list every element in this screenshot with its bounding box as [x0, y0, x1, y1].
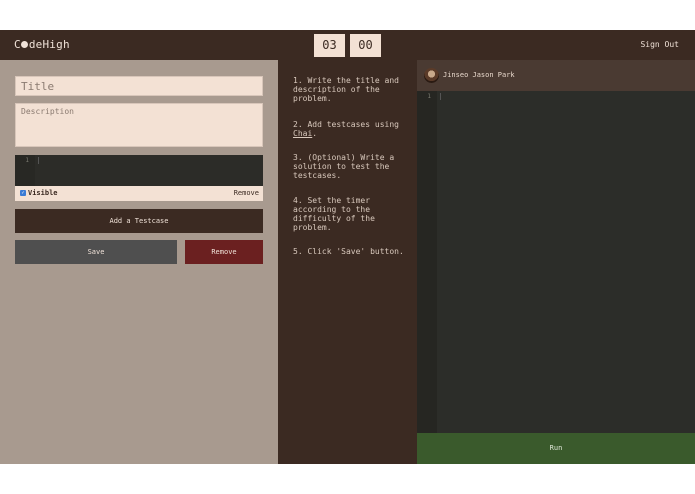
- user-name: Jinseo Jason Park: [443, 71, 515, 79]
- add-testcase-button[interactable]: Add a Testcase: [15, 209, 263, 233]
- brand-suffix: deHigh: [28, 38, 70, 51]
- chai-link[interactable]: Chai: [293, 129, 312, 138]
- testcase-options-bar: ✓ Visible Remove: [15, 186, 263, 201]
- logo-dot-icon: [20, 41, 28, 48]
- solution-line-gutter: 1: [417, 91, 437, 464]
- avatar: [424, 68, 439, 83]
- top-bar: CdeHigh 03 00 Sign Out: [0, 30, 695, 60]
- visible-checkbox[interactable]: ✓: [20, 190, 26, 196]
- app: CdeHigh 03 00 Sign Out 1 ✓ Visible Remov…: [0, 30, 695, 464]
- solution-panel: Jinseo Jason Park 1 Run: [417, 60, 695, 464]
- instruction-step-1: 1. Write the title and description of th…: [293, 76, 399, 103]
- title-input[interactable]: [15, 76, 263, 96]
- instruction-step-4: 4. Set the timer according to the diffic…: [293, 196, 375, 232]
- problem-editor-panel: 1 ✓ Visible Remove Add a Testcase Save R…: [0, 60, 278, 464]
- save-button[interactable]: Save: [15, 240, 177, 264]
- timer-seconds[interactable]: 00: [350, 34, 381, 57]
- timer: 03 00: [314, 34, 381, 57]
- remove-testcase-link[interactable]: Remove: [234, 189, 259, 197]
- solution-code-editor[interactable]: [440, 93, 441, 100]
- timer-minutes[interactable]: 03: [314, 34, 345, 57]
- brand-prefix: C: [14, 38, 21, 51]
- description-input[interactable]: [15, 103, 263, 147]
- instructions-panel: 1. Write the title and description of th…: [278, 60, 417, 464]
- instruction-step-5: 5. Click 'Save' button.: [293, 247, 404, 256]
- line-number-gutter: 1: [15, 155, 35, 186]
- instruction-step-2: 2. Add testcases using Chai.: [293, 120, 405, 138]
- text-cursor: [38, 157, 39, 164]
- testcase-code-editor[interactable]: 1: [15, 155, 263, 186]
- instruction-step-3: 3. (Optional) Write a solution to test t…: [293, 153, 395, 180]
- remove-button[interactable]: Remove: [185, 240, 263, 264]
- step-2-period: .: [312, 129, 318, 138]
- brand-logo[interactable]: CdeHigh: [14, 38, 70, 51]
- sign-out-link[interactable]: Sign Out: [640, 40, 679, 49]
- step-2-text: 2. Add testcases using: [293, 120, 399, 129]
- user-bar: Jinseo Jason Park: [417, 60, 695, 91]
- visible-label: Visible: [28, 189, 58, 197]
- run-button[interactable]: Run: [417, 433, 695, 464]
